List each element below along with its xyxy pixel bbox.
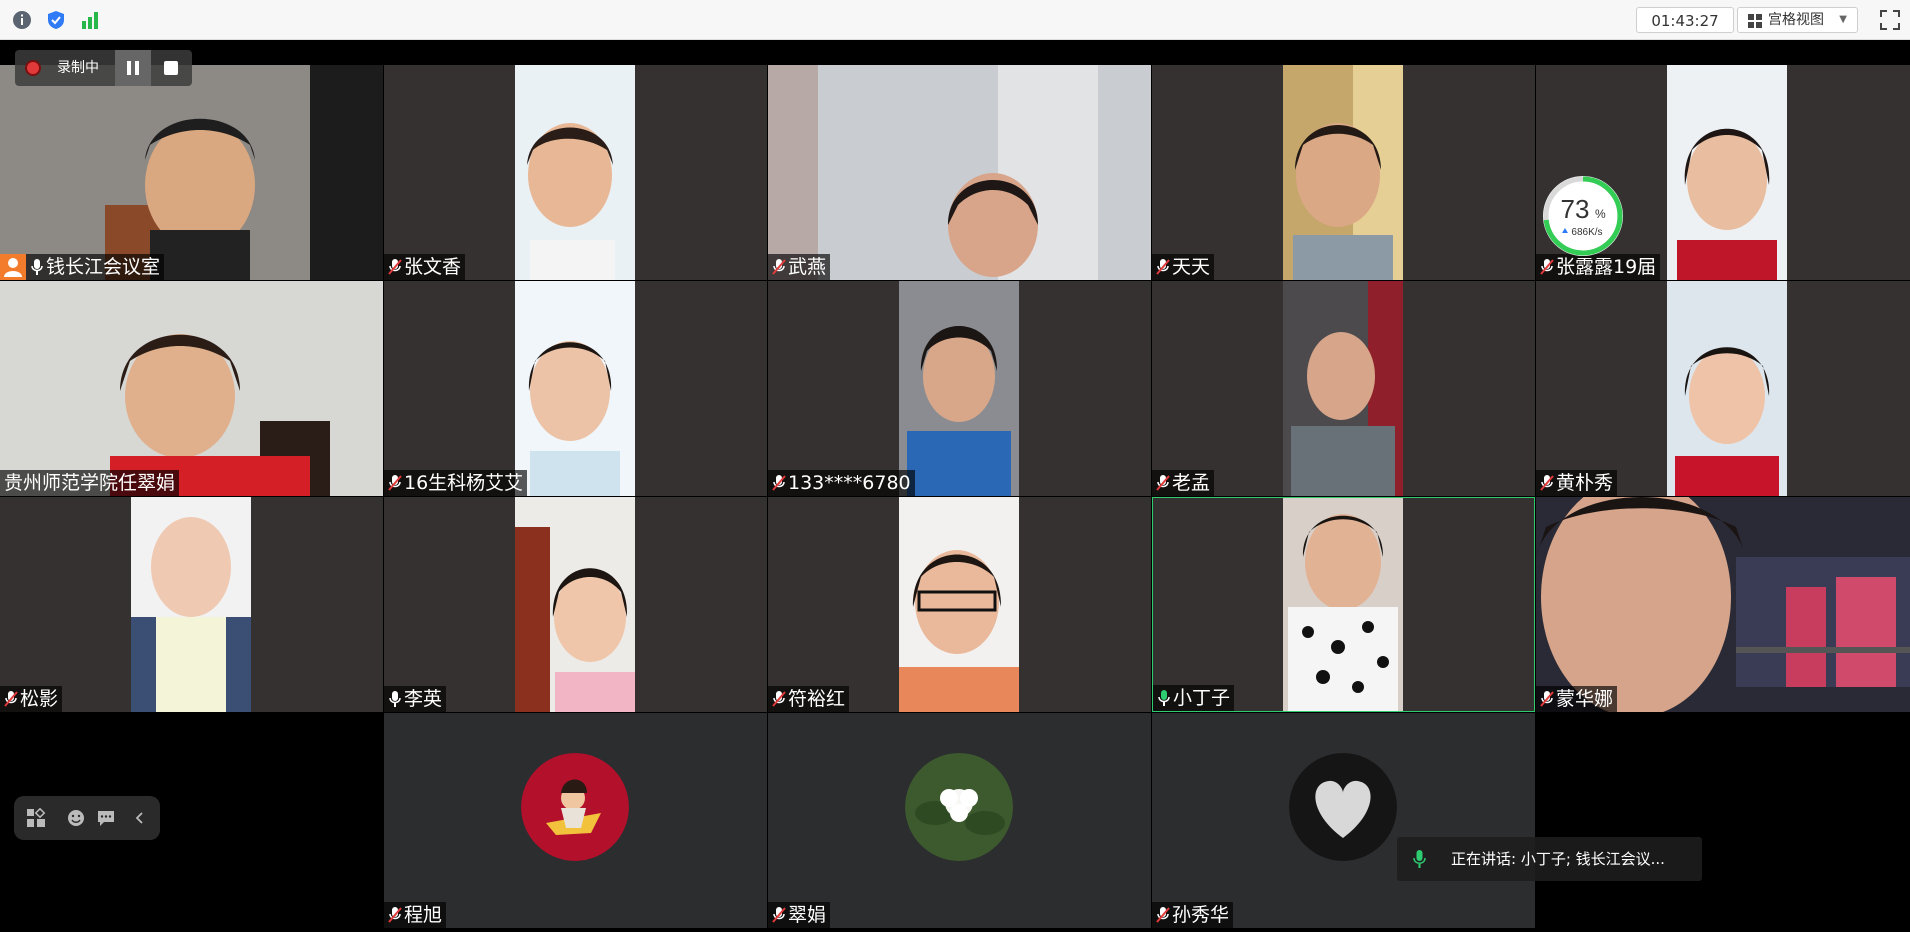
view-mode-dropdown[interactable]: 宫格视图 ▼ bbox=[1737, 7, 1858, 33]
participant-name-label: 老孟 bbox=[1152, 470, 1215, 496]
video-tile-16[interactable]: 程旭 bbox=[384, 713, 767, 928]
participant-video bbox=[899, 281, 1019, 496]
speaking-text: 正在讲话: 小丁子; 钱长江会议... bbox=[1451, 850, 1665, 868]
video-tile-11[interactable]: 松影 bbox=[0, 497, 383, 712]
participant-video bbox=[1283, 498, 1403, 711]
video-tile-17[interactable]: 翠娟 bbox=[768, 713, 1151, 928]
pause-recording-button[interactable] bbox=[115, 50, 151, 86]
video-tile-4[interactable]: 天天 bbox=[1152, 65, 1535, 280]
top-toolbar: 01:43:27 宫格视图 ▼ bbox=[0, 0, 1910, 40]
participant-video bbox=[1667, 65, 1787, 280]
mic-muted-icon bbox=[388, 907, 402, 923]
mic-on-icon bbox=[31, 259, 43, 275]
speaking-indicator: 正在讲话: 小丁子; 钱长江会议... bbox=[1397, 837, 1702, 881]
participant-name-label: 黄朴秀 bbox=[1536, 470, 1618, 496]
network-percent: 73 bbox=[1561, 194, 1590, 224]
mic-active-icon bbox=[1158, 690, 1170, 706]
meeting-timer: 01:43:27 bbox=[1636, 7, 1734, 33]
participant-name-label: 16生科杨艾艾 bbox=[384, 470, 528, 496]
participant-name-label: 松影 bbox=[0, 686, 63, 712]
participant-video bbox=[768, 65, 1151, 280]
participant-video bbox=[0, 65, 383, 280]
participant-name-label: 程旭 bbox=[384, 902, 447, 928]
network-percent-unit: % bbox=[1595, 207, 1606, 221]
chevron-down-icon: ▼ bbox=[1839, 14, 1847, 25]
mic-on-icon bbox=[389, 691, 401, 707]
collapse-chevron-icon[interactable] bbox=[130, 808, 150, 828]
participant-avatar bbox=[1289, 753, 1397, 861]
host-badge-icon bbox=[0, 254, 26, 280]
participant-video bbox=[131, 497, 251, 712]
stop-recording-button[interactable] bbox=[151, 50, 192, 86]
participant-name-label: 孙秀华 bbox=[1152, 902, 1234, 928]
recording-label: 录制中 bbox=[57, 60, 99, 76]
security-shield-icon[interactable] bbox=[45, 9, 67, 31]
video-tile-18[interactable]: 孙秀华 bbox=[1152, 713, 1535, 928]
participant-video bbox=[1283, 281, 1403, 496]
participant-avatar bbox=[521, 753, 629, 861]
fullscreen-icon[interactable] bbox=[1879, 9, 1901, 31]
video-tile-15[interactable]: 蒙华娜 bbox=[1536, 497, 1910, 712]
participant-name-label: 张文香 bbox=[384, 254, 466, 280]
mic-active-icon bbox=[1413, 850, 1426, 868]
empty-tile bbox=[1536, 713, 1910, 928]
mic-muted-icon bbox=[1540, 475, 1554, 491]
mic-muted-icon bbox=[772, 907, 786, 923]
network-speed-indicator: 73 % 686K/s bbox=[1543, 176, 1623, 256]
video-tile-3[interactable]: 武燕 bbox=[768, 65, 1151, 280]
video-tile-10[interactable]: 黄朴秀 bbox=[1536, 281, 1910, 496]
mic-muted-icon bbox=[772, 691, 786, 707]
participant-name-label: 133****6780 bbox=[768, 470, 915, 496]
mic-muted-icon bbox=[772, 259, 786, 275]
video-tile-7[interactable]: 16生科杨艾艾 bbox=[384, 281, 767, 496]
participant-name-label: 钱长江会议室 bbox=[0, 254, 165, 280]
video-tile-14-active-speaker[interactable]: 小丁子 bbox=[1152, 497, 1535, 712]
recording-dot-icon bbox=[25, 60, 41, 76]
mic-muted-icon bbox=[1156, 907, 1170, 923]
participant-name-label: 翠娟 bbox=[768, 902, 831, 928]
video-tile-6[interactable]: 贵州师范学院任翠娟 bbox=[0, 281, 383, 496]
video-tile-2[interactable]: 张文香 bbox=[384, 65, 767, 280]
mic-muted-icon bbox=[1540, 691, 1554, 707]
participant-video bbox=[515, 281, 635, 496]
floating-toolbar bbox=[14, 796, 160, 840]
grid-view-icon bbox=[1748, 14, 1762, 28]
participant-video bbox=[1536, 497, 1910, 712]
participant-video bbox=[899, 497, 1019, 712]
network-speed: 686K/s bbox=[1571, 227, 1602, 238]
participant-name-label: 符裕红 bbox=[768, 686, 850, 712]
mic-muted-icon bbox=[4, 691, 18, 707]
participant-video bbox=[1283, 65, 1403, 280]
emoji-reaction-icon[interactable] bbox=[66, 808, 86, 828]
participant-avatar bbox=[905, 753, 1013, 861]
view-mode-label: 宫格视图 bbox=[1768, 12, 1824, 28]
info-icon[interactable] bbox=[11, 9, 33, 31]
video-tile-13[interactable]: 符裕红 bbox=[768, 497, 1151, 712]
mic-muted-icon bbox=[1156, 259, 1170, 275]
layout-icon[interactable] bbox=[26, 808, 46, 828]
participant-video bbox=[1667, 281, 1787, 496]
participant-name-label: 武燕 bbox=[768, 254, 831, 280]
video-tile-12[interactable]: 李英 bbox=[384, 497, 767, 712]
video-tile-8[interactable]: 133****6780 bbox=[768, 281, 1151, 496]
recording-control: 录制中 bbox=[15, 50, 192, 86]
participant-video bbox=[515, 497, 635, 712]
mic-muted-icon bbox=[1156, 475, 1170, 491]
participant-video bbox=[515, 65, 635, 280]
mic-muted-icon bbox=[388, 475, 402, 491]
participant-name-label: 小丁子 bbox=[1153, 685, 1235, 711]
video-tile-1[interactable]: 钱长江会议室 bbox=[0, 65, 383, 280]
participant-name-label: 贵州师范学院任翠娟 bbox=[0, 470, 180, 496]
participant-name-label: 蒙华娜 bbox=[1536, 686, 1618, 712]
mic-muted-icon bbox=[388, 259, 402, 275]
signal-bars-icon[interactable] bbox=[79, 9, 101, 31]
participant-name-label: 天天 bbox=[1152, 254, 1215, 280]
participant-name-label: 李英 bbox=[384, 686, 447, 712]
participant-video bbox=[0, 281, 383, 496]
mic-muted-icon bbox=[1540, 259, 1554, 275]
chat-icon[interactable] bbox=[96, 808, 116, 828]
video-tile-9[interactable]: 老孟 bbox=[1152, 281, 1535, 496]
mic-muted-icon bbox=[772, 475, 786, 491]
